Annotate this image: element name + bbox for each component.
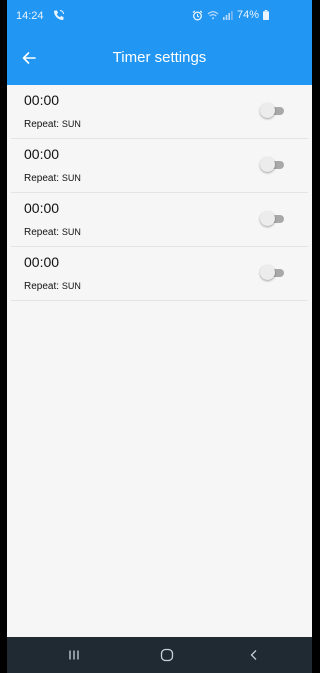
repeat-label: Repeat: bbox=[24, 281, 60, 292]
timer-repeat: Repeat: SUN bbox=[24, 281, 81, 292]
repeat-days: SUN bbox=[61, 173, 81, 183]
timer-toggle[interactable] bbox=[260, 103, 284, 118]
nav-back-icon[interactable] bbox=[224, 637, 284, 673]
status-time: 14:24 bbox=[16, 10, 44, 22]
status-bar: 14:24 74% bbox=[7, 0, 312, 32]
timer-time: 00:00 bbox=[24, 254, 60, 270]
timer-toggle[interactable] bbox=[260, 157, 284, 172]
battery-icon bbox=[263, 10, 270, 20]
timer-repeat: Repeat: SUN bbox=[24, 119, 81, 130]
toggle-thumb bbox=[260, 265, 275, 280]
timer-row[interactable]: 00:00 Repeat: SUN bbox=[11, 85, 308, 139]
repeat-label: Repeat: bbox=[24, 173, 60, 184]
timer-toggle[interactable] bbox=[260, 265, 284, 280]
timer-row[interactable]: 00:00 Repeat: SUN bbox=[11, 247, 308, 301]
system-nav-bar bbox=[7, 637, 312, 673]
app-bar: Timer settings bbox=[7, 32, 312, 85]
timer-repeat: Repeat: SUN bbox=[24, 173, 81, 184]
timer-time: 00:00 bbox=[24, 200, 60, 216]
page-title: Timer settings bbox=[112, 49, 207, 66]
alarm-icon bbox=[192, 10, 203, 21]
timer-repeat: Repeat: SUN bbox=[24, 227, 81, 238]
repeat-label: Repeat: bbox=[24, 119, 60, 130]
timer-list: 00:00 Repeat: SUN 00:00 Repeat: SUN 00:0… bbox=[7, 85, 312, 301]
repeat-days: SUN bbox=[61, 119, 81, 129]
phone-call-icon bbox=[53, 9, 65, 21]
timer-time: 00:00 bbox=[24, 92, 60, 108]
recent-apps-icon[interactable] bbox=[44, 637, 104, 673]
status-icons: 74% bbox=[192, 9, 270, 21]
timer-time: 00:00 bbox=[24, 146, 60, 162]
timer-row[interactable]: 00:00 Repeat: SUN bbox=[11, 139, 308, 193]
toggle-thumb bbox=[260, 211, 275, 226]
toggle-thumb bbox=[260, 103, 275, 118]
timer-toggle[interactable] bbox=[260, 211, 284, 226]
battery-percent: 74% bbox=[237, 9, 260, 21]
wifi-icon bbox=[207, 10, 219, 20]
signal-icon bbox=[223, 10, 233, 20]
home-icon[interactable] bbox=[137, 637, 197, 673]
repeat-days: SUN bbox=[61, 281, 81, 291]
repeat-days: SUN bbox=[61, 227, 81, 237]
toggle-thumb bbox=[260, 157, 275, 172]
app-screen: 14:24 74% Timer settings 00:00 Repeat: S… bbox=[7, 0, 312, 673]
repeat-label: Repeat: bbox=[24, 227, 60, 238]
timer-row[interactable]: 00:00 Repeat: SUN bbox=[11, 193, 308, 247]
